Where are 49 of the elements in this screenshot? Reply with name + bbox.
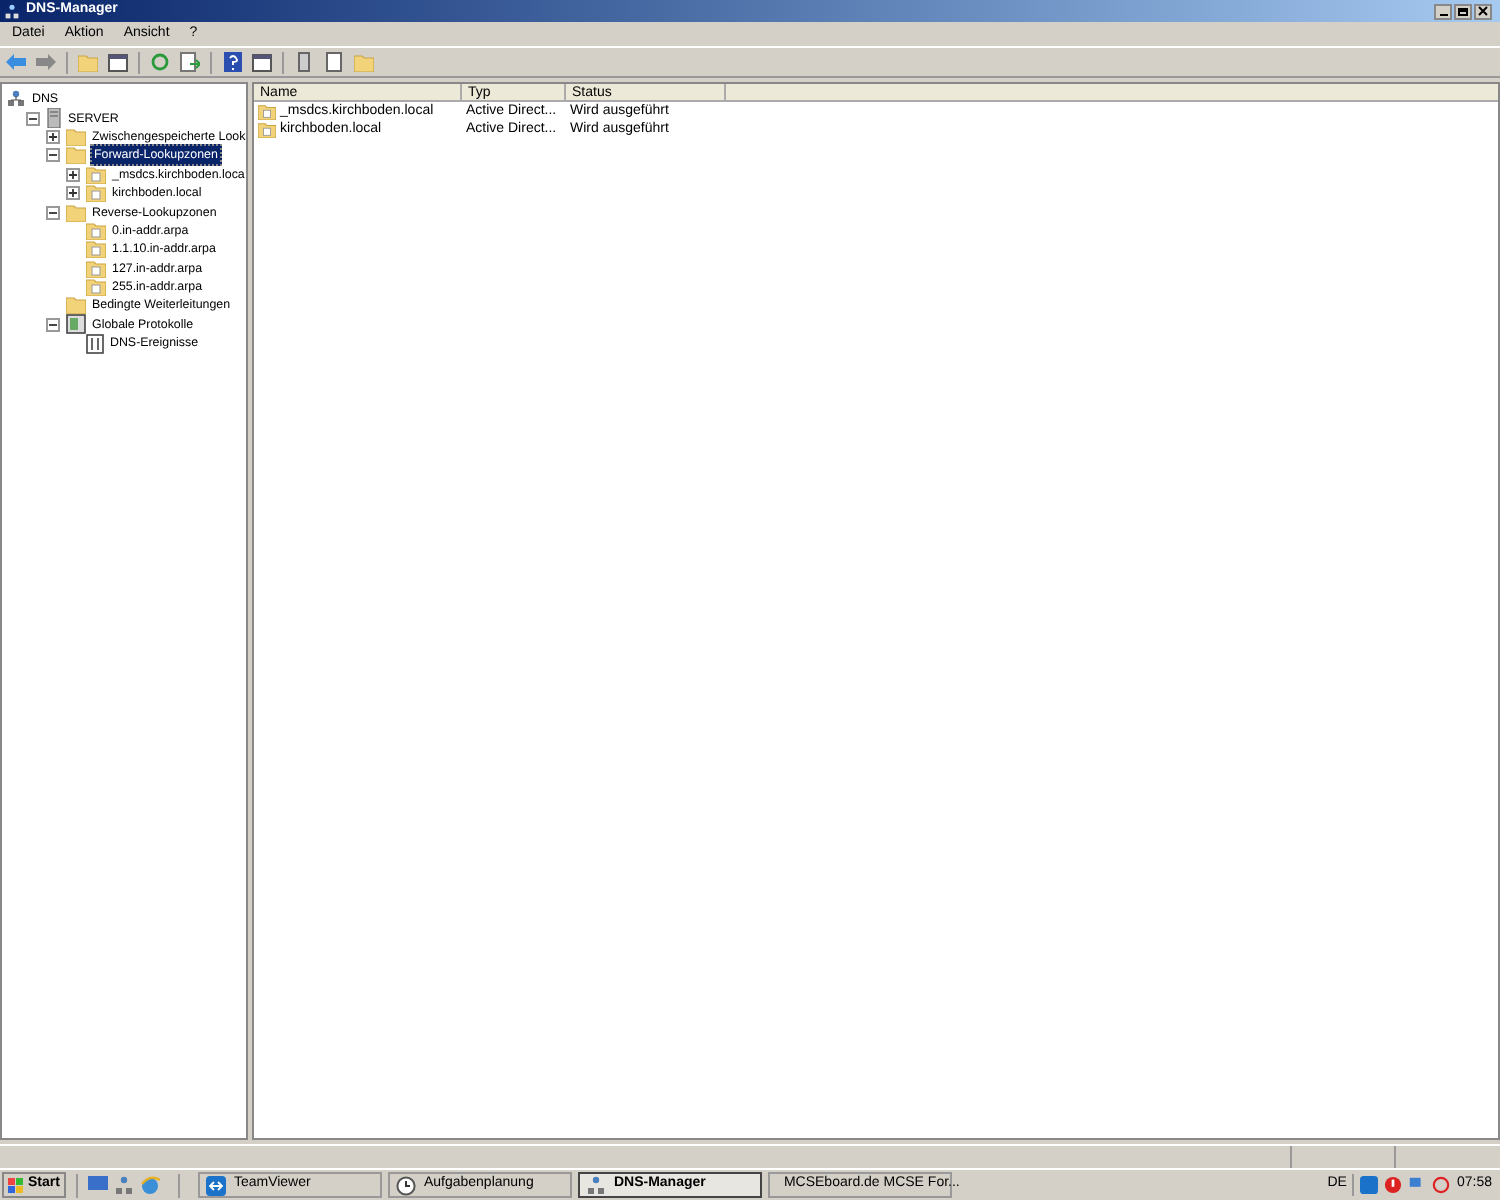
expand-toggle[interactable] <box>66 186 80 201</box>
close-button[interactable] <box>1474 3 1492 19</box>
windows-flag-icon <box>8 1177 24 1193</box>
collapse-toggle[interactable] <box>26 111 40 126</box>
export-button[interactable] <box>176 49 204 75</box>
document-icon <box>326 52 342 72</box>
log-icon <box>86 333 104 354</box>
zone-folder-icon <box>86 240 106 259</box>
help-button[interactable] <box>218 49 246 75</box>
server-tree-icon <box>113 1175 134 1195</box>
folder-icon <box>66 203 86 222</box>
zone-folder-icon <box>86 221 106 240</box>
window-pane-icon <box>108 53 128 71</box>
server-tree-icon <box>6 90 26 109</box>
server-icon <box>46 108 62 129</box>
collapse-toggle[interactable] <box>46 205 60 220</box>
zone-folder-icon <box>86 184 106 203</box>
folder-icon <box>66 296 86 315</box>
zone-folder-icon <box>86 165 106 184</box>
console-tree-button[interactable] <box>104 49 132 75</box>
clock-icon <box>395 1175 416 1195</box>
maximize-button[interactable] <box>1454 3 1472 19</box>
properties-button[interactable] <box>248 49 276 75</box>
zone-folder-icon <box>258 103 276 120</box>
left-arrow-icon <box>6 54 26 70</box>
server-manager-quick-launch[interactable] <box>113 1175 134 1195</box>
help-icon <box>223 52 241 72</box>
list-button[interactable] <box>320 49 348 75</box>
minimize-button[interactable] <box>1434 3 1452 19</box>
folder-icon <box>354 53 374 71</box>
collapse-toggle[interactable] <box>46 148 60 163</box>
server-tree-icon <box>585 1175 606 1195</box>
server-tree-icon <box>4 3 20 19</box>
right-arrow-icon <box>36 54 56 70</box>
export-list-icon <box>180 52 200 72</box>
monitor-icon <box>87 1176 108 1194</box>
zone-folder-icon <box>86 278 106 297</box>
log-book-icon <box>66 314 86 335</box>
window-pane-icon <box>252 53 272 71</box>
folder-up-icon <box>78 53 98 71</box>
expand-toggle[interactable] <box>66 167 80 182</box>
desktop-quick-launch[interactable] <box>87 1176 108 1194</box>
zone-folder-icon <box>86 259 106 278</box>
collapse-toggle[interactable] <box>46 317 60 332</box>
expand-toggle[interactable] <box>46 129 60 144</box>
server-icon <box>298 52 310 72</box>
browser-icon <box>139 1175 160 1195</box>
zone-folder-icon <box>258 122 276 139</box>
stop-icon[interactable] <box>1384 1176 1403 1194</box>
